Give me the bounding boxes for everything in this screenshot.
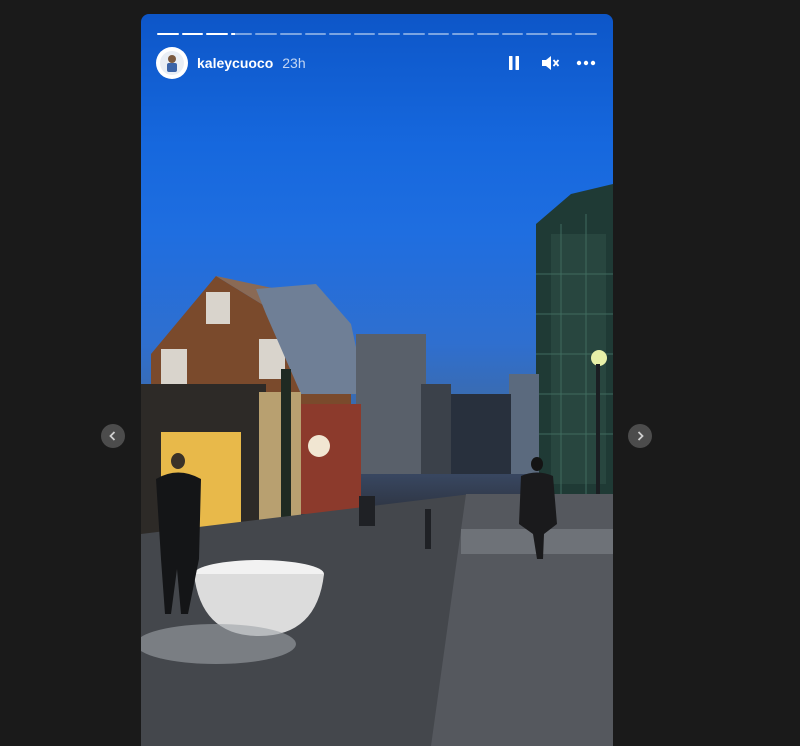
next-story-button[interactable]: [628, 424, 652, 448]
story-viewer[interactable]: kaleycuoco 23h: [141, 14, 613, 746]
progress-segment: [427, 33, 450, 35]
progress-segment: [452, 33, 474, 35]
progress-segment: [575, 33, 597, 35]
ellipsis-icon: [576, 60, 596, 66]
progress-segment-fill: [157, 33, 179, 35]
progress-segment: [476, 33, 499, 35]
progress-segment: [353, 33, 376, 35]
progress-segment-fill: [230, 33, 236, 35]
more-options-button[interactable]: [575, 52, 597, 74]
progress-segment: [206, 33, 228, 35]
progress-segment: [403, 33, 425, 35]
chevron-left-icon: [109, 431, 116, 441]
progress-segment-fill: [206, 33, 228, 35]
pause-button[interactable]: [503, 52, 525, 74]
progress-segment: [230, 33, 253, 35]
progress-segment: [550, 33, 573, 35]
progress-segment-fill: [181, 33, 204, 35]
muted-speaker-icon: [542, 56, 560, 70]
progress-segment: [255, 33, 278, 35]
story-controls: [503, 52, 597, 74]
progress-segment: [181, 33, 204, 35]
avatar[interactable]: [156, 47, 188, 79]
story-photo: [141, 184, 613, 746]
progress-segment: [378, 33, 401, 35]
mute-button[interactable]: [539, 52, 561, 74]
progress-segment: [280, 33, 302, 35]
progress-segment: [304, 33, 327, 35]
previous-story-button[interactable]: [101, 424, 125, 448]
story-header: kaleycuoco 23h: [156, 47, 597, 79]
pause-icon: [509, 56, 519, 70]
chevron-right-icon: [637, 431, 644, 441]
progress-segment: [329, 33, 351, 35]
story-timestamp: 23h: [282, 55, 306, 71]
story-progress-bar: [157, 33, 597, 35]
progress-segment: [157, 33, 179, 35]
progress-segment: [526, 33, 548, 35]
user-avatar-icon: [160, 51, 184, 75]
story-username[interactable]: kaleycuoco: [197, 55, 273, 71]
progress-segment: [501, 33, 524, 35]
